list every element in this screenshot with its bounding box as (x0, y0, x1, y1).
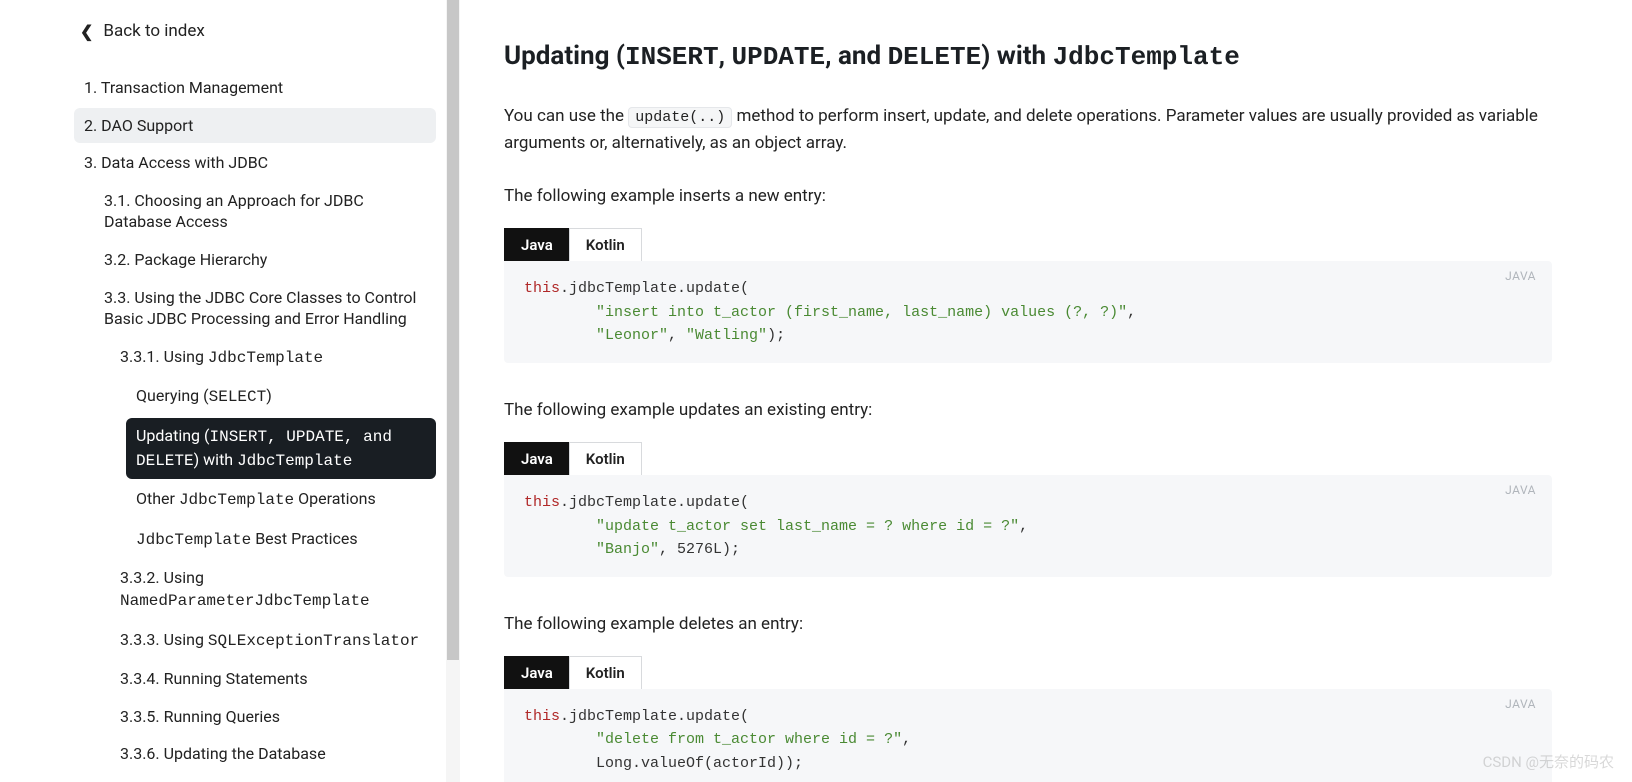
tab-kotlin[interactable]: Kotlin (569, 442, 642, 476)
code-block: JAVAthis.jdbcTemplate.update( "update t_… (504, 475, 1552, 577)
nav-3-1[interactable]: 3.1. Choosing an Approach for JDBC Datab… (94, 183, 436, 240)
title-text: , and (825, 41, 887, 71)
title-text: Updating ( (504, 41, 625, 71)
chevron-left-icon: ❮ (80, 22, 93, 41)
code-lang-badge: JAVA (1505, 697, 1536, 711)
nav-3-3-4[interactable]: 3.3.4. Running Statements (110, 661, 436, 697)
nav-3-3[interactable]: 3.3. Using the JDBC Core Classes to Cont… (94, 280, 436, 337)
nav-3-3-3[interactable]: 3.3.3. Using SQLExceptionTranslator (110, 622, 436, 660)
title-code: DELETE (888, 42, 982, 72)
nav-other[interactable]: Other JdbcTemplate Operations (126, 481, 436, 519)
title-code: UPDATE (731, 42, 825, 72)
nav-3-3-5[interactable]: 3.3.5. Running Queries (110, 699, 436, 735)
nav-3-3-7[interactable]: 3.3.7. Retrieving Auto-generated Keys (110, 774, 436, 782)
title-code: JdbcTemplate (1053, 42, 1240, 72)
nav-updating[interactable]: Updating (INSERT, UPDATE, and DELETE) wi… (126, 418, 436, 479)
code-tabs: JavaKotlin (504, 228, 1552, 262)
main-content: Updating (INSERT, UPDATE, and DELETE) wi… (460, 0, 1632, 782)
code-tabs: JavaKotlin (504, 656, 1552, 690)
intro-paragraph: You can use the update(..) method to per… (504, 103, 1552, 157)
tab-java[interactable]: Java (504, 442, 570, 476)
example-caption: The following example inserts a new entr… (504, 183, 1552, 210)
intro-text: You can use the (504, 106, 628, 126)
code-content: this.jdbcTemplate.update( "insert into t… (524, 277, 1532, 347)
nav-best[interactable]: JdbcTemplate Best Practices (126, 521, 436, 559)
code-tabs: JavaKotlin (504, 442, 1552, 476)
example-caption: The following example deletes an entry: (504, 611, 1552, 638)
nav-3-2[interactable]: 3.2. Package Hierarchy (94, 242, 436, 278)
nav-2[interactable]: 2. DAO Support (74, 108, 436, 144)
nav-3-3-6[interactable]: 3.3.6. Updating the Database (110, 736, 436, 772)
inline-code: update(..) (628, 107, 732, 128)
nav-1[interactable]: 1. Transaction Management (74, 70, 436, 106)
title-text: , (719, 41, 732, 71)
sidebar-scrollbar-thumb[interactable] (447, 0, 459, 660)
tab-kotlin[interactable]: Kotlin (569, 228, 642, 262)
code-content: this.jdbcTemplate.update( "delete from t… (524, 705, 1532, 775)
nav-querying[interactable]: Querying (SELECT) (126, 378, 436, 416)
nav-3[interactable]: 3. Data Access with JDBC (74, 145, 436, 181)
code-lang-badge: JAVA (1505, 483, 1536, 497)
tab-kotlin[interactable]: Kotlin (569, 656, 642, 690)
example-caption: The following example updates an existin… (504, 397, 1552, 424)
tab-java[interactable]: Java (504, 228, 570, 262)
back-to-index-link[interactable]: ❮ Back to index (80, 18, 436, 44)
sidebar-nav-list: 1. Transaction Management2. DAO Support3… (80, 70, 436, 782)
code-block: JAVAthis.jdbcTemplate.update( "insert in… (504, 261, 1552, 363)
code-block: JAVAthis.jdbcTemplate.update( "delete fr… (504, 689, 1552, 782)
sidebar-scrollbar-track[interactable] (446, 0, 460, 782)
page-title: Updating (INSERT, UPDATE, and DELETE) wi… (504, 40, 1552, 75)
code-content: this.jdbcTemplate.update( "update t_acto… (524, 491, 1532, 561)
title-code: INSERT (625, 42, 719, 72)
title-text: ) with (981, 41, 1052, 71)
nav-3-3-1[interactable]: 3.3.1. Using JdbcTemplate (110, 339, 436, 377)
tab-java[interactable]: Java (504, 656, 570, 690)
back-to-index-label: Back to index (103, 21, 204, 41)
code-lang-badge: JAVA (1505, 269, 1536, 283)
nav-3-3-2[interactable]: 3.3.2. Using NamedParameterJdbcTemplate (110, 560, 436, 619)
sidebar: ❮ Back to index 1. Transaction Managemen… (0, 0, 460, 782)
examples-container: The following example inserts a new entr… (504, 183, 1552, 782)
